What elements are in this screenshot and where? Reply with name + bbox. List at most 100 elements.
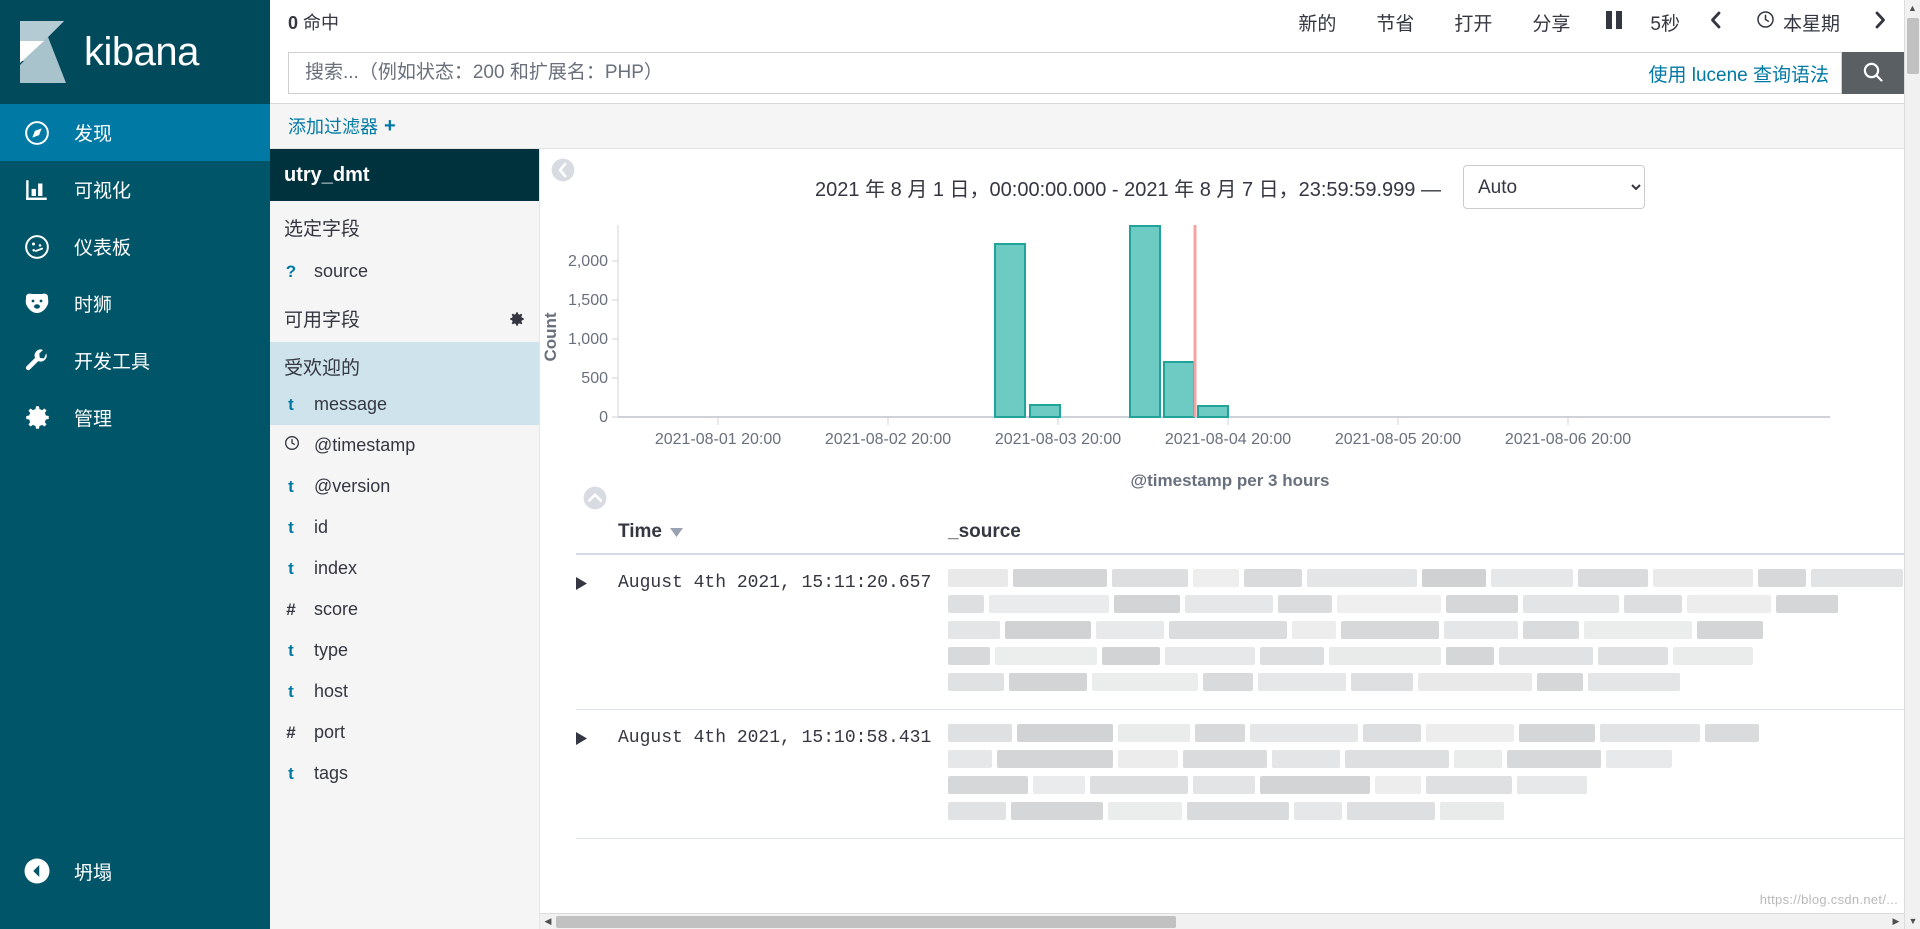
time-range-button[interactable]: 本星期: [1740, 9, 1856, 36]
nav-collapse-button[interactable]: 坍塌: [0, 841, 270, 901]
field-item-message[interactable]: t message: [270, 384, 539, 425]
source-column-header: _source: [948, 521, 1021, 542]
sidebar-item-visualize[interactable]: 可视化: [0, 161, 270, 218]
field-item-port[interactable]: # port: [270, 712, 539, 753]
search-submit-button[interactable]: [1842, 52, 1904, 94]
selected-fields-title: 选定字段: [270, 201, 539, 251]
time-prev-button[interactable]: [1692, 9, 1740, 36]
svg-text:2021-08-01 20:00: 2021-08-01 20:00: [655, 431, 781, 448]
field-item-index[interactable]: t index: [270, 548, 539, 589]
triangle-right-icon[interactable]: [576, 732, 587, 749]
top-bar-lower-row: 使用 lucene 查询语法: [288, 44, 1904, 102]
search-input[interactable]: [305, 62, 1639, 84]
svg-text:2021-08-06 20:00: 2021-08-06 20:00: [1505, 431, 1631, 448]
svg-text:2021-08-04 20:00: 2021-08-04 20:00: [1165, 431, 1291, 448]
sidebar-item-label: 发现: [74, 124, 113, 145]
vscroll-thumb[interactable]: [1907, 18, 1919, 74]
pause-refresh-button[interactable]: [1590, 9, 1638, 36]
open-button[interactable]: 打开: [1434, 9, 1512, 36]
time-range-label: 本星期: [1782, 13, 1840, 35]
sidebar-item-timelion[interactable]: 时狮: [0, 275, 270, 332]
field-type-icon: ?: [285, 261, 297, 281]
field-item-timestamp[interactable]: @timestamp: [270, 425, 539, 466]
time-next-button[interactable]: [1856, 9, 1904, 36]
search-icon: [1861, 60, 1885, 87]
bar-chart-icon: [20, 173, 54, 207]
row-source-cell: [948, 710, 1920, 838]
field-item-id[interactable]: t id: [270, 507, 539, 548]
field-type-icon: t: [288, 517, 294, 537]
sidebar-item-discover[interactable]: 发现: [0, 104, 270, 161]
expand-row-cell[interactable]: [576, 555, 618, 709]
dashboard-icon: [20, 230, 54, 264]
svg-text:2,000: 2,000: [568, 253, 608, 270]
chart-interval-select[interactable]: Auto: [1462, 165, 1645, 209]
field-item-source[interactable]: ? source: [270, 251, 539, 292]
content-body: utry_dmt 选定字段 ? source 可用字段 受欢迎的 t messa…: [270, 149, 1920, 929]
main-region: 0 命中 新的 节省 打开 分享 5秒 本星期 搜索...（例如状态：200 和…: [270, 0, 1920, 929]
field-type-icon: #: [286, 599, 296, 619]
new-button[interactable]: 新的: [1278, 9, 1356, 36]
field-item-tags[interactable]: t tags: [270, 753, 539, 794]
index-pattern-selector[interactable]: utry_dmt: [270, 149, 539, 201]
sidebar-item-management[interactable]: 管理: [0, 389, 270, 446]
field-name: message: [314, 394, 388, 414]
sidebar-item-label: 管理: [74, 409, 113, 430]
field-settings-gear-icon[interactable]: [509, 311, 525, 327]
triangle-right-icon[interactable]: [576, 577, 587, 594]
field-item-score[interactable]: # score: [270, 589, 539, 630]
field-item-version[interactable]: t @version: [270, 466, 539, 507]
kibana-logo[interactable]: kibana: [0, 0, 270, 104]
expand-row-cell[interactable]: [576, 710, 618, 838]
time-column-label: Time: [618, 521, 663, 542]
field-type-icon: t: [288, 763, 294, 783]
field-type-icon: t: [288, 558, 294, 578]
sidebar-item-dev-tools[interactable]: 开发工具: [0, 332, 270, 389]
horizontal-scrollbar[interactable]: ◀ ▶: [540, 913, 1904, 929]
refresh-interval-button[interactable]: 5秒: [1638, 9, 1692, 36]
table-row[interactable]: August 4th 2021, 15:11:20.657: [576, 555, 1920, 710]
field-name: type: [314, 640, 349, 660]
histogram-svg: Count 2,000 1,500 1,000 500 0 2021-08-01…: [541, 225, 1830, 448]
field-type-icon: #: [286, 722, 296, 742]
sort-desc-icon[interactable]: [670, 521, 684, 543]
field-type-icon: t: [288, 640, 294, 660]
x-axis-ticks: 2021-08-01 20:00 2021-08-02 20:00 2021-0…: [655, 431, 1631, 448]
field-type-icon: t: [288, 394, 294, 414]
sidebar-item-dashboard[interactable]: 仪表板: [0, 218, 270, 275]
field-type-icon: t: [288, 476, 294, 496]
scroll-right-arrow-icon[interactable]: ▶: [1888, 916, 1904, 927]
table-row[interactable]: August 4th 2021, 15:10:58.431: [576, 710, 1920, 839]
lucene-syntax-link[interactable]: 使用 lucene 查询语法: [1638, 60, 1829, 87]
redacted-line: [948, 776, 1920, 794]
svg-text:1,500: 1,500: [568, 292, 608, 309]
field-item-host[interactable]: t host: [270, 671, 539, 712]
save-button[interactable]: 节省: [1356, 9, 1434, 36]
field-name: index: [314, 558, 358, 578]
query-bar: 使用 lucene 查询语法: [288, 52, 1904, 94]
time-column-header[interactable]: Time: [618, 521, 948, 543]
share-button[interactable]: 分享: [1512, 9, 1590, 36]
chevron-left-icon: [1706, 9, 1726, 36]
field-type-icon: t: [288, 681, 294, 701]
clock-icon: [1756, 10, 1775, 35]
scroll-up-arrow-icon[interactable]: ▲: [1905, 0, 1920, 16]
query-input-wrapper: 使用 lucene 查询语法: [288, 52, 1842, 94]
field-name: @timestamp: [314, 435, 416, 455]
row-source-cell: [948, 555, 1920, 709]
scroll-down-arrow-icon[interactable]: ▼: [1905, 913, 1920, 929]
scroll-left-arrow-icon[interactable]: ◀: [540, 916, 556, 927]
chevron-left-circle-icon[interactable]: [550, 157, 576, 183]
histogram-bars: [994, 225, 1229, 418]
sidebar-item-label: 仪表板: [74, 238, 132, 259]
hits-count-number: 0: [288, 13, 299, 33]
row-time-cell: August 4th 2021, 15:11:20.657: [618, 573, 932, 593]
field-item-type[interactable]: t type: [270, 630, 539, 671]
popular-fields-block: 受欢迎的 t message: [270, 342, 539, 425]
hscroll-track[interactable]: [556, 914, 1888, 929]
hscroll-thumb[interactable]: [556, 915, 1176, 928]
vertical-scrollbar[interactable]: ▲ ▼: [1904, 0, 1920, 929]
add-filter-button[interactable]: 添加过滤器 +: [288, 113, 396, 139]
x-axis-label: @timestamp per 3 hours: [1130, 471, 1330, 490]
